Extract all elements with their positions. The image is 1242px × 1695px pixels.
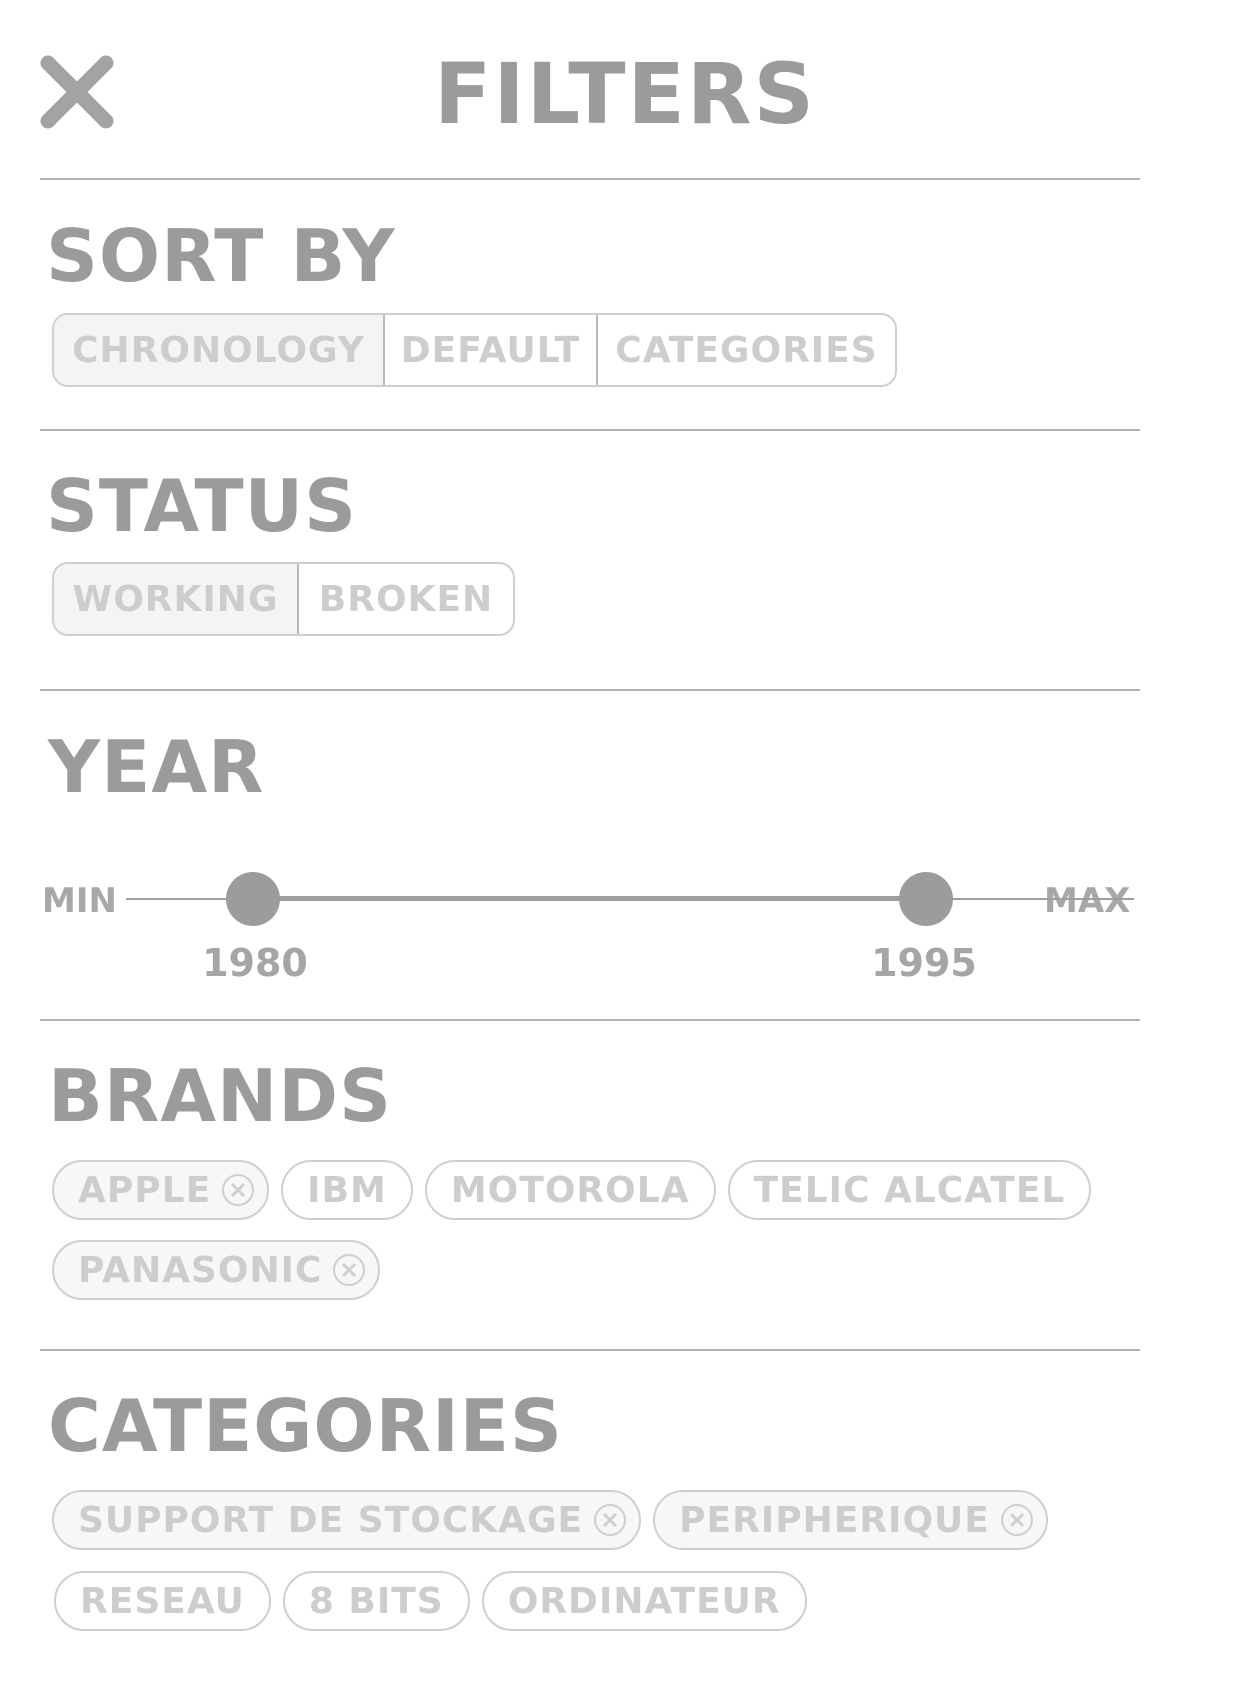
brand-chip-apple[interactable]: APPLE <box>52 1160 270 1220</box>
category-chip-reseau[interactable]: RESEAU <box>54 1571 271 1631</box>
range-selected-track <box>253 896 927 901</box>
sort-option-default[interactable]: DEFAULT <box>383 315 596 385</box>
range-max-label: MAX <box>1044 881 1131 921</box>
chip-label: SUPPORT DE STOCKAGE <box>78 1499 584 1541</box>
status-option-working[interactable]: WORKING <box>54 564 297 634</box>
status-title: STATUS <box>46 464 357 548</box>
brand-chip-row: PANASONIC <box>52 1240 381 1300</box>
chip-label: ORDINATEUR <box>507 1580 781 1622</box>
divider <box>40 178 1140 180</box>
chip-label: MOTOROLA <box>450 1169 690 1211</box>
brands-title: BRANDS <box>48 1054 392 1138</box>
chip-label: RESEAU <box>80 1580 245 1622</box>
sort-by-segmented-control: CHRONOLOGY DEFAULT CATEGORIES <box>52 313 897 387</box>
category-chip-ordinateur[interactable]: ORDINATEUR <box>481 1571 807 1631</box>
category-chip-support-de-stockage[interactable]: SUPPORT DE STOCKAGE <box>52 1490 642 1550</box>
range-high-thumb[interactable] <box>899 872 953 926</box>
year-title: YEAR <box>48 725 265 809</box>
chip-label: 8 BITS <box>308 1580 444 1622</box>
range-high-value: 1995 <box>871 941 977 985</box>
chip-label: APPLE <box>78 1169 212 1211</box>
page-title: FILTERS <box>433 45 817 143</box>
remove-icon[interactable] <box>332 1253 366 1287</box>
brand-chip-panasonic[interactable]: PANASONIC <box>52 1240 381 1300</box>
brand-chip-motorola[interactable]: MOTOROLA <box>424 1160 716 1220</box>
sort-by-title: SORT BY <box>46 214 396 298</box>
brand-chip-ibm[interactable]: IBM <box>281 1160 413 1220</box>
range-low-thumb[interactable] <box>226 872 280 926</box>
range-min-label: MIN <box>42 881 117 921</box>
brand-chip-telic-alcatel[interactable]: TELIC ALCATEL <box>727 1160 1092 1220</box>
brand-chip-row: APPLE IBM MOTOROLA TELIC ALCATEL <box>52 1160 1092 1220</box>
status-option-broken[interactable]: BROKEN <box>297 564 513 634</box>
chip-label: PANASONIC <box>78 1249 323 1291</box>
range-low-value: 1980 <box>202 941 308 985</box>
divider <box>40 429 1140 431</box>
divider <box>40 1019 1140 1021</box>
divider <box>40 1349 1140 1351</box>
remove-icon[interactable] <box>1000 1503 1034 1537</box>
remove-icon[interactable] <box>221 1173 255 1207</box>
category-chip-8-bits[interactable]: 8 BITS <box>282 1571 470 1631</box>
divider <box>40 689 1140 691</box>
category-chip-row: SUPPORT DE STOCKAGE PERIPHERIQUE <box>52 1490 1048 1550</box>
category-chip-peripherique[interactable]: PERIPHERIQUE <box>653 1490 1048 1550</box>
chip-label: TELIC ALCATEL <box>753 1169 1066 1211</box>
categories-title: CATEGORIES <box>48 1384 563 1468</box>
status-segmented-control: WORKING BROKEN <box>52 562 515 636</box>
sort-option-categories[interactable]: CATEGORIES <box>596 315 895 385</box>
chip-label: IBM <box>307 1169 387 1211</box>
category-chip-row: RESEAU 8 BITS ORDINATEUR <box>54 1571 807 1631</box>
remove-icon[interactable] <box>593 1503 627 1537</box>
chip-label: PERIPHERIQUE <box>679 1499 990 1541</box>
sort-option-chronology[interactable]: CHRONOLOGY <box>54 315 383 385</box>
